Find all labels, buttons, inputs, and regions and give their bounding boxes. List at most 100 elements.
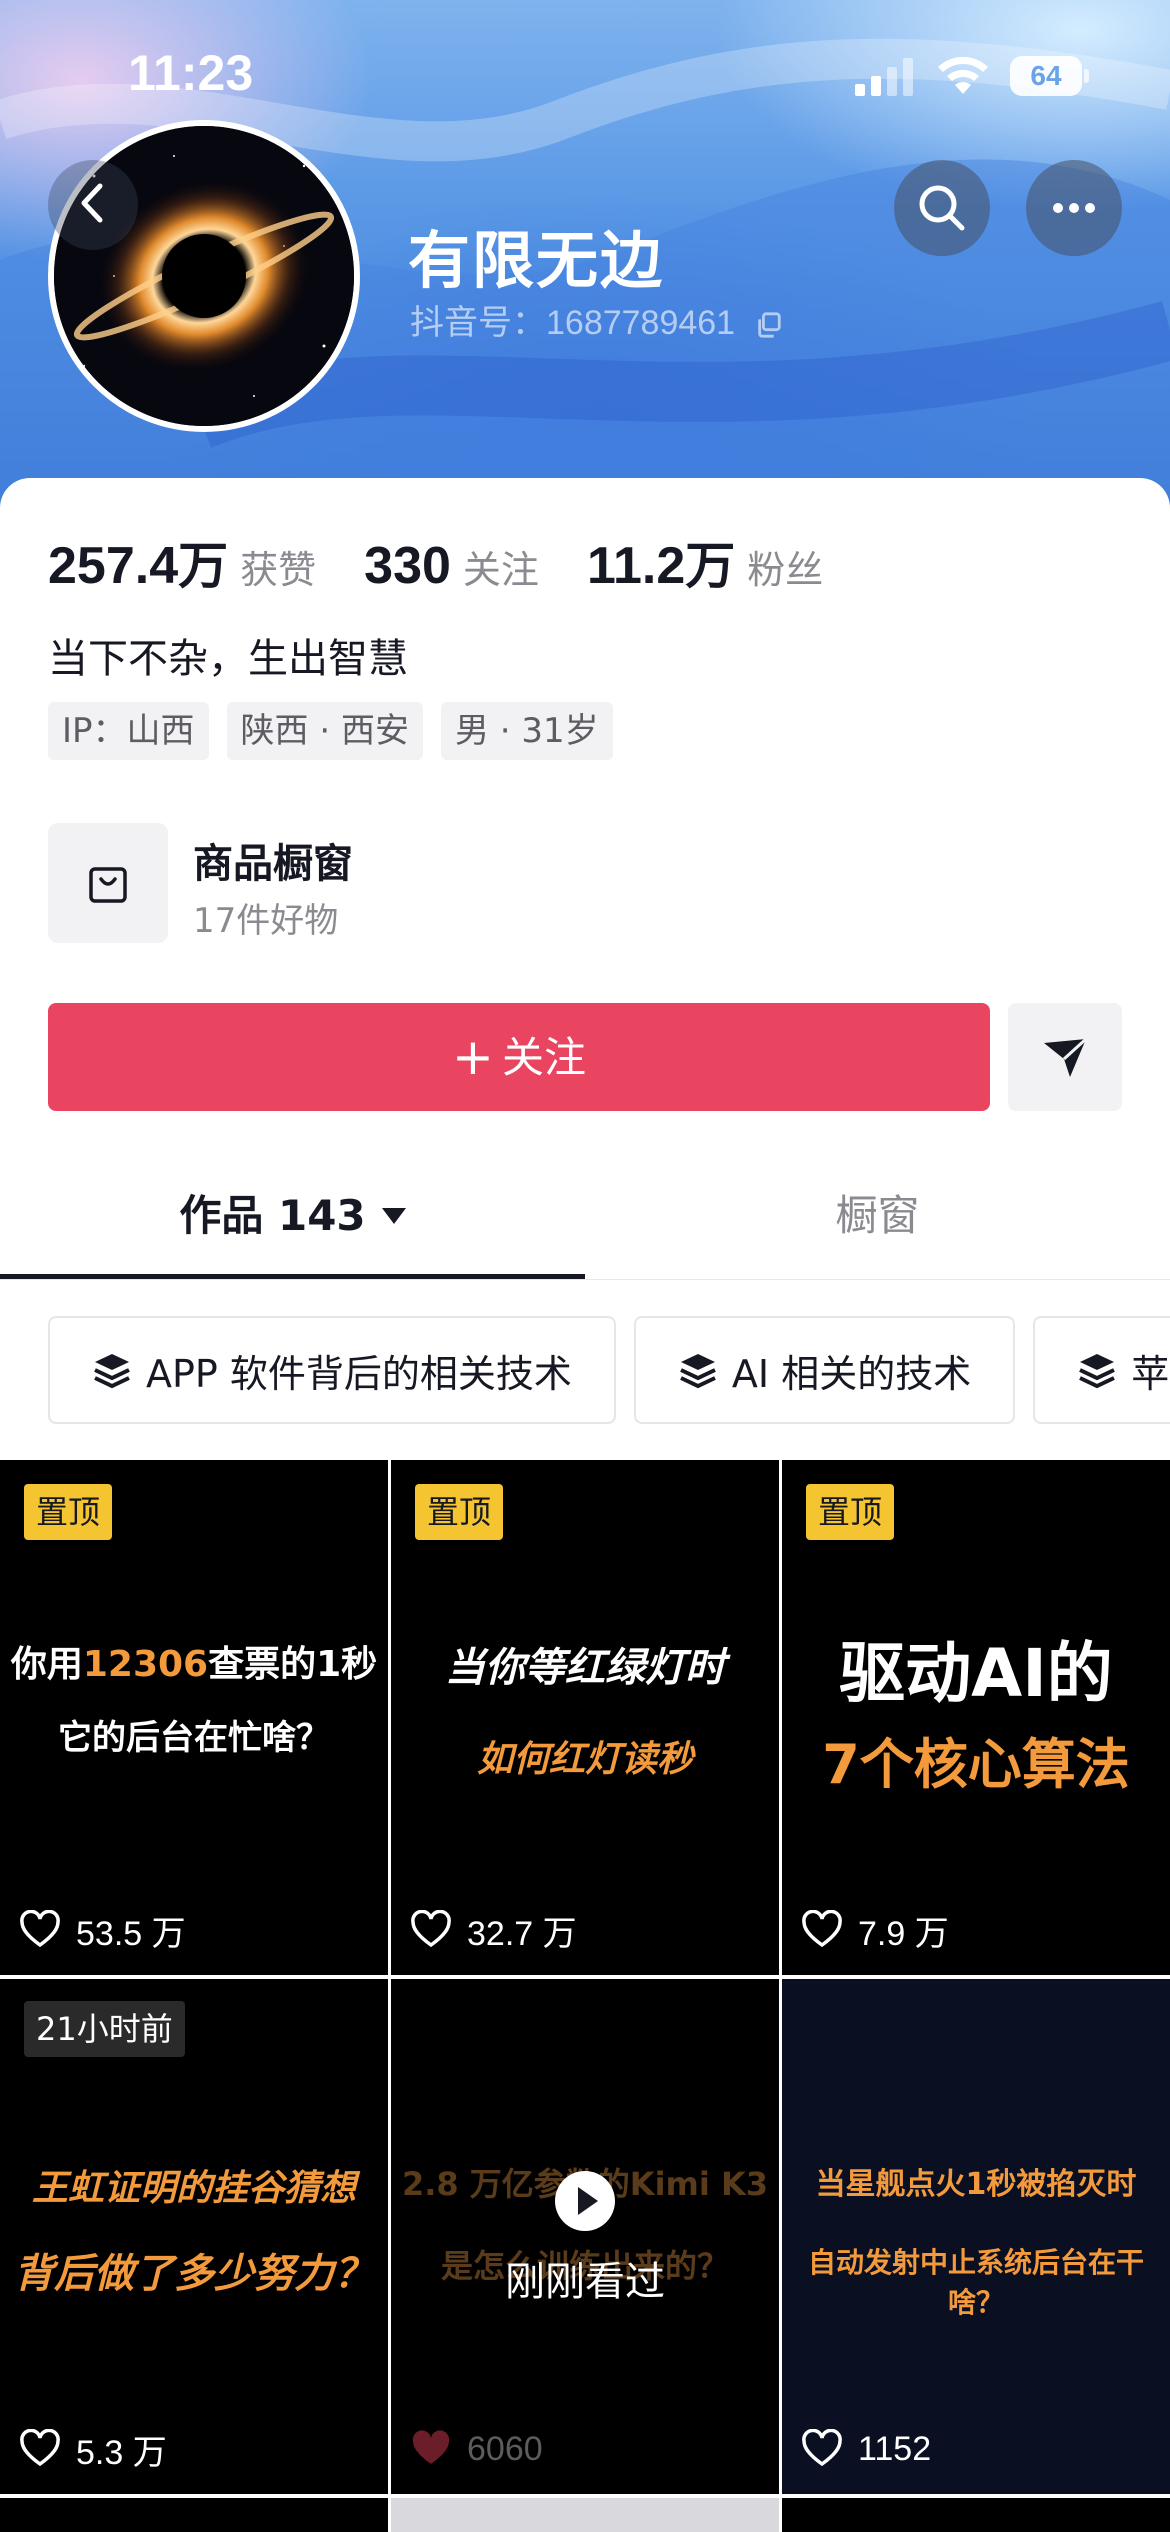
cover-subtitle: 如何红灯读秒 (476, 1739, 693, 1780)
video-tile[interactable] (391, 2498, 779, 2532)
cover-title: 你用12306查票的1秒 (10, 1644, 378, 1685)
clock: 11:23 (128, 45, 254, 101)
tag-gender-age: 男 · 31岁 (440, 702, 613, 760)
heart-icon (20, 2429, 60, 2467)
likes-unit: 万 (178, 537, 229, 595)
video-tile[interactable]: 置顶 当你等红绿灯时 如何红灯读秒 32.7 万 (391, 1460, 779, 1975)
more-button[interactable] (1026, 160, 1122, 256)
video-tile[interactable]: 置顶 你用12306查票的1秒 它的后台在忙啥？ 53.5 万 (0, 1460, 388, 1975)
like-count-text: 7.9 万 (858, 1914, 949, 1953)
layers-icon (1079, 1354, 1116, 1389)
douyin-id[interactable]: 抖音号：1687789461 (410, 295, 783, 344)
like-count: 7.9 万 (802, 1905, 949, 1955)
send-icon (1044, 1037, 1088, 1077)
like-count-text: 32.7 万 (467, 1914, 577, 1953)
nickname: 有限无边 (408, 224, 665, 297)
following-count: 330 (364, 537, 451, 595)
cover-subtitle: 它的后台在忙啥？ (58, 1718, 330, 1758)
profile-tags: IP：山西 陕西 · 西安 男 · 31岁 (48, 702, 631, 760)
content-tabs: 作品 143 橱窗 (0, 1168, 1170, 1280)
copy-icon[interactable] (755, 311, 783, 339)
cover-subtitle: 7个核心算法 (822, 1733, 1130, 1796)
following-label: 关注 (462, 548, 539, 592)
like-count: 32.7 万 (411, 1905, 577, 1955)
signal-icon (855, 58, 913, 96)
video-tile[interactable] (782, 2498, 1170, 2532)
play-icon (555, 2171, 615, 2231)
video-tile[interactable]: 置顶 驱动AI的 7个核心算法 7.9 万 (782, 1460, 1170, 1975)
cover-subtitle: 背后做了多少努力？ (14, 2251, 374, 2297)
caret-down-icon (381, 1208, 406, 1224)
plus-icon: + (452, 1028, 494, 1086)
bio-text: 当下不杂，生出智慧 (48, 636, 408, 682)
video-tile[interactable]: 2.8 万亿参数的Kimi K3 是怎么训练出来的？ 刚刚看过 6060 (391, 1979, 779, 2494)
cover-title: 驱动AI的 (839, 1635, 1113, 1712)
tag-location: 陕西 · 西安 (226, 702, 423, 760)
stat-likes[interactable]: 257.4 万 获赞 (48, 526, 316, 598)
collection-chip[interactable]: APP 软件背后的相关技术 (48, 1316, 616, 1424)
shop-window-entry[interactable]: 商品橱窗 17件好物 (48, 823, 648, 945)
collection-chips: APP 软件背后的相关技术 AI 相关的技术 苹果 (48, 1316, 1170, 1424)
time-badge: 21小时前 (24, 2001, 185, 2057)
video-tile[interactable] (0, 2498, 388, 2532)
fans-unit: 万 (685, 537, 736, 595)
heart-icon (20, 1910, 60, 1948)
like-count: 53.5 万 (20, 1905, 186, 1955)
layers-icon (94, 1354, 130, 1389)
like-count: 6060 (411, 2424, 543, 2474)
message-button[interactable] (1008, 1003, 1122, 1111)
stat-fans[interactable]: 11.2 万 粉丝 (587, 526, 823, 598)
fans-label: 粉丝 (747, 548, 824, 592)
collection-label: AI 相关的技术 (731, 1351, 972, 1396)
stat-following[interactable]: 330 关注 (364, 536, 539, 596)
pinned-badge: 置顶 (24, 1484, 113, 1540)
shopping-bag-icon (48, 823, 168, 943)
like-count-text: 53.5 万 (76, 1914, 186, 1953)
layers-icon (680, 1354, 716, 1389)
cover-subtitle: 自动发射中止系统后台在干啥？ (807, 2246, 1144, 2319)
more-dots-icon (1053, 203, 1095, 213)
cover-title: 王虹证明的挂谷猜想 (31, 2168, 356, 2209)
like-count: 5.3 万 (20, 2424, 167, 2474)
collection-label: APP 软件背后的相关技术 (146, 1351, 572, 1396)
tab-works[interactable]: 作品 143 (0, 1168, 585, 1280)
battery-level: 64 (1030, 60, 1062, 91)
like-count: 1152 (802, 2424, 931, 2474)
douyin-id-text: 抖音号：1687789461 (410, 304, 736, 342)
likes-count: 257.4 (48, 537, 179, 595)
pinned-badge: 置顶 (415, 1484, 504, 1540)
heart-filled-icon (412, 2430, 450, 2464)
cover-highlight: 12306 (82, 1644, 209, 1685)
follow-label: 关注 (501, 1033, 586, 1082)
active-tab-indicator (0, 1274, 585, 1279)
pinned-badge: 置顶 (806, 1484, 895, 1540)
battery-icon: 64 (1010, 56, 1090, 96)
fans-count: 11.2 (586, 537, 686, 595)
like-count-text: 1152 (858, 2429, 932, 2468)
cover-title: 当星舰点火1秒被掐灭时 (815, 2167, 1137, 2202)
tab-works-label: 作品 143 (179, 1191, 366, 1240)
stats-row: 257.4 万 获赞 330 关注 11.2 万 粉丝 (48, 526, 871, 596)
tab-window[interactable]: 橱窗 (585, 1168, 1170, 1280)
likes-label: 获赞 (240, 548, 317, 592)
chevron-left-icon (81, 183, 103, 223)
search-button[interactable] (894, 160, 990, 256)
shop-subtitle: 17件好物 (193, 901, 339, 941)
shop-title: 商品橱窗 (193, 841, 353, 887)
like-count-text: 5.3 万 (76, 2433, 167, 2472)
video-tile[interactable]: 当星舰点火1秒被掐灭时 自动发射中止系统后台在干啥？ 1152 (782, 1979, 1170, 2494)
collection-chip[interactable]: AI 相关的技术 (633, 1316, 1016, 1424)
wifi-icon (938, 56, 988, 94)
recently-watched-label: 刚刚看过 (505, 2259, 665, 2305)
search-icon (919, 185, 965, 231)
video-tile[interactable]: 21小时前 王虹证明的挂谷猜想 背后做了多少努力？ 5.3 万 (0, 1979, 388, 2494)
back-button[interactable] (48, 160, 138, 250)
cover-title: 当你等红绿灯时 (445, 1645, 725, 1691)
follow-button[interactable]: + 关注 (48, 1003, 990, 1111)
heart-icon (802, 1910, 842, 1948)
heart-icon (802, 2429, 842, 2467)
heart-icon (411, 1910, 451, 1948)
collection-chip[interactable]: 苹果 (1033, 1316, 1170, 1424)
like-count-text: 6060 (467, 2429, 543, 2468)
collection-label: 苹果 (1131, 1351, 1170, 1396)
